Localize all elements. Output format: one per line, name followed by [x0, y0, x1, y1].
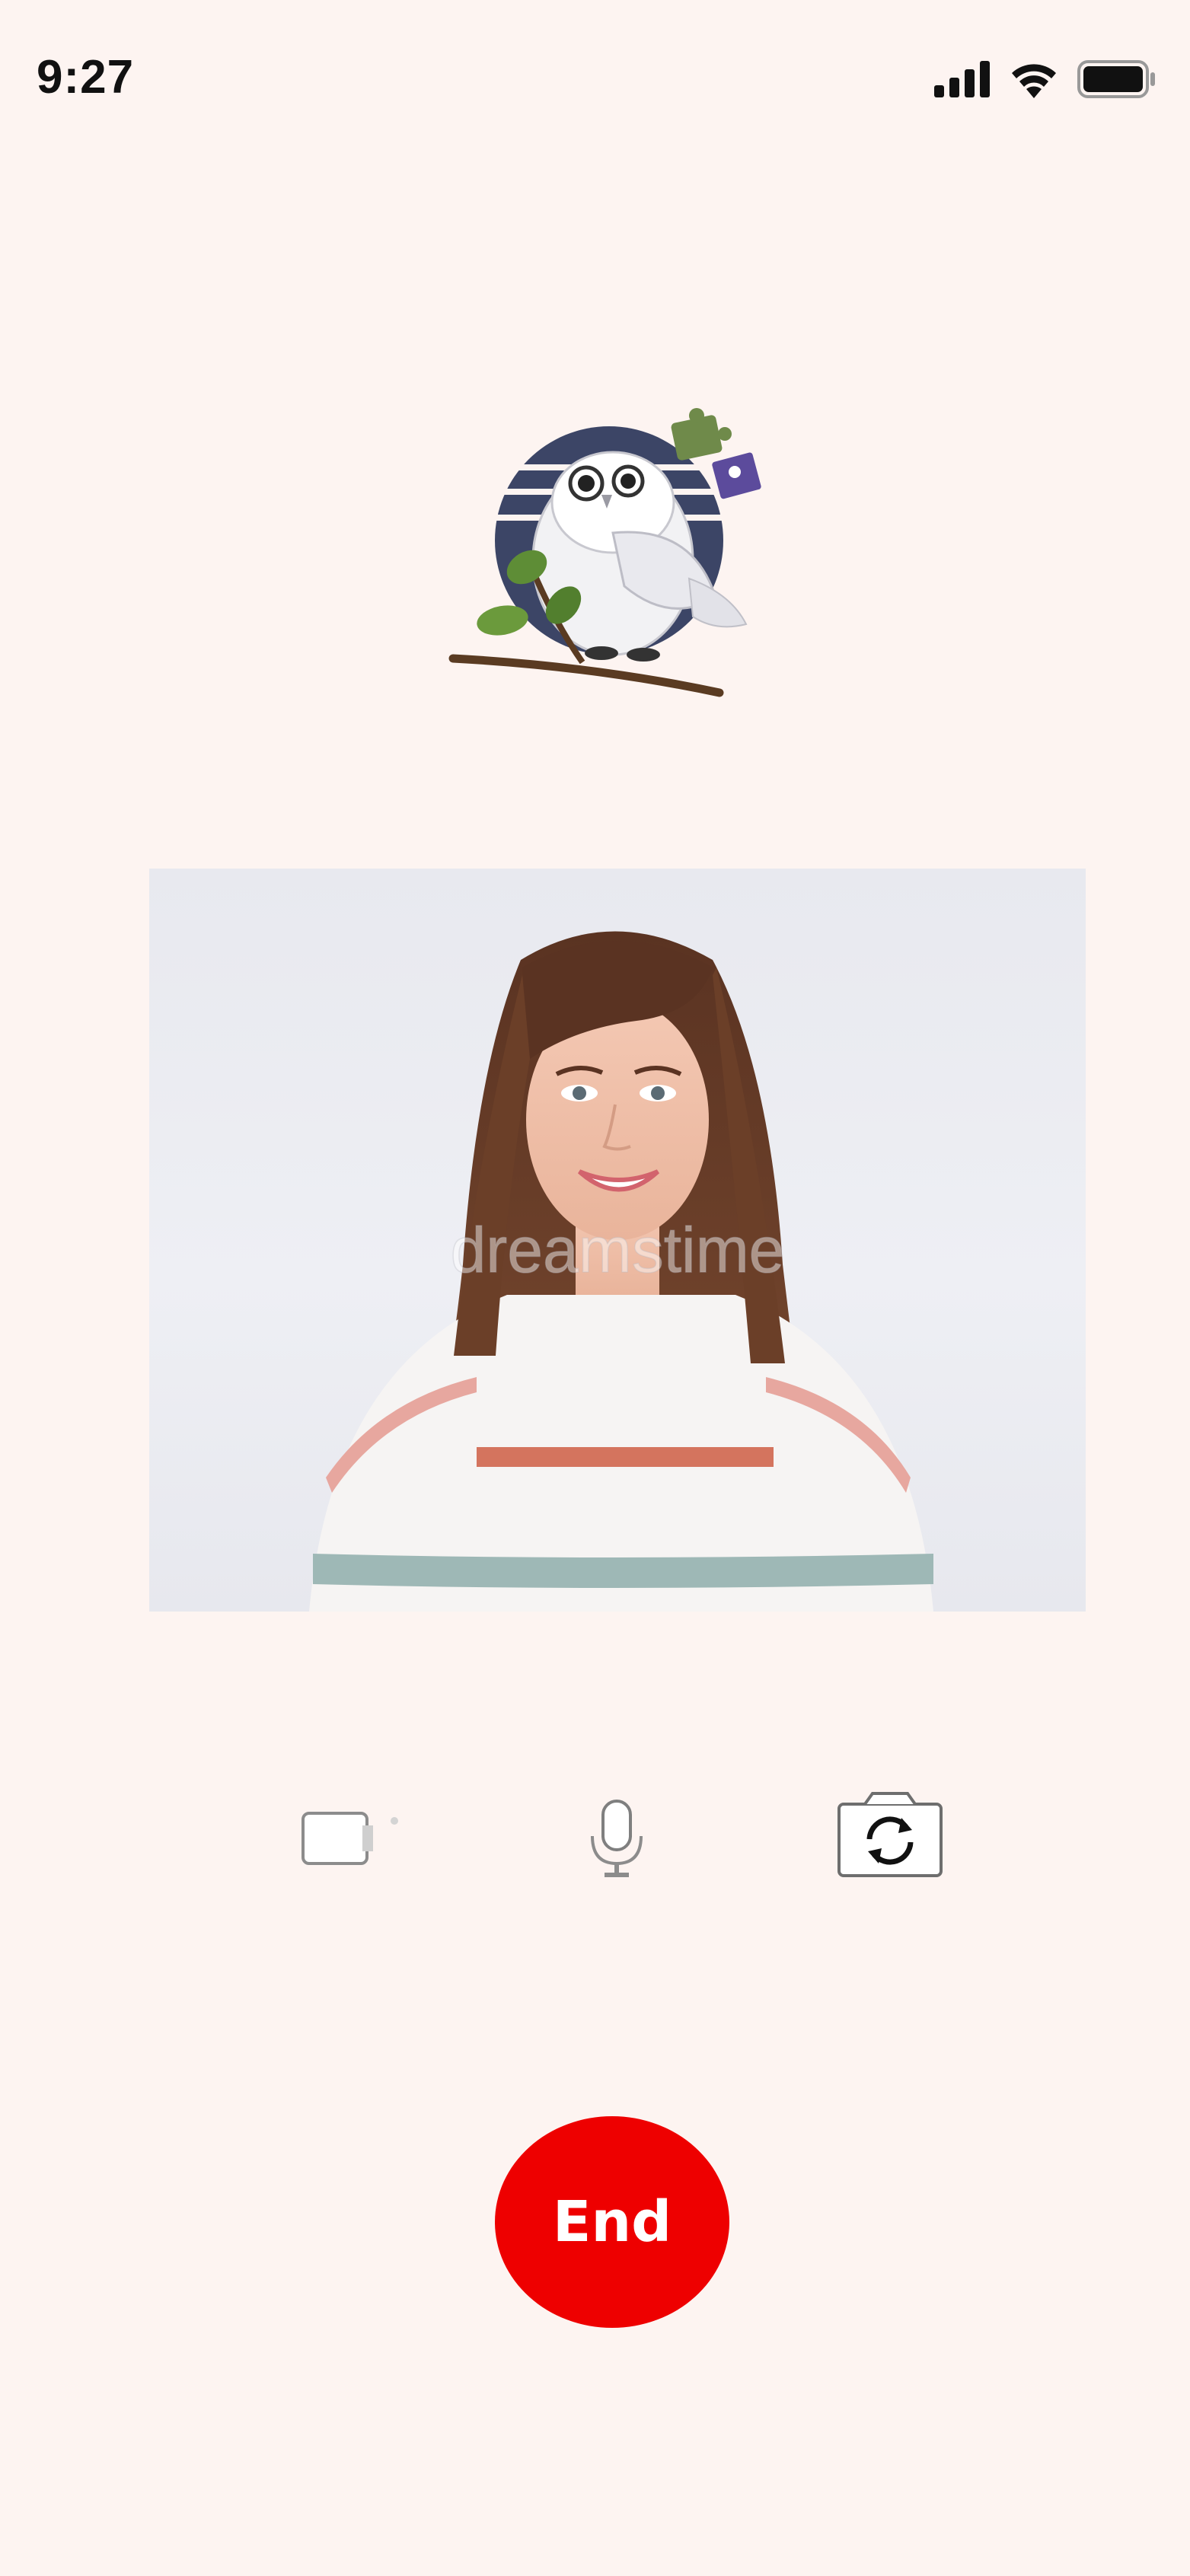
camera-toggle-button[interactable]: [297, 1804, 411, 1873]
end-call-button[interactable]: End: [495, 2116, 729, 2328]
app-logo: [442, 396, 777, 700]
watermark-text: dreamstime: [451, 1214, 785, 1286]
flip-camera-button[interactable]: [836, 1789, 944, 1879]
status-icons: [934, 58, 1157, 100]
video-camera-icon: [301, 1812, 398, 1865]
participant-photo: dreamstime: [309, 931, 933, 1612]
remote-video-feed: dreamstime: [149, 869, 1086, 1612]
wifi-icon: [1012, 64, 1056, 98]
owl-puzzle-logo: [448, 408, 761, 697]
cellular-signal-icon: [934, 61, 990, 97]
video-call-screen: 9:27 dreamstime End: [0, 0, 1190, 2576]
battery-icon: [1077, 60, 1155, 98]
microphone-icon: [591, 1800, 643, 1877]
camera-flip-icon: [837, 1792, 943, 1877]
status-bar: 9:27: [0, 0, 1190, 152]
microphone-toggle-button[interactable]: [579, 1797, 655, 1880]
status-time: 9:27: [37, 51, 135, 104]
